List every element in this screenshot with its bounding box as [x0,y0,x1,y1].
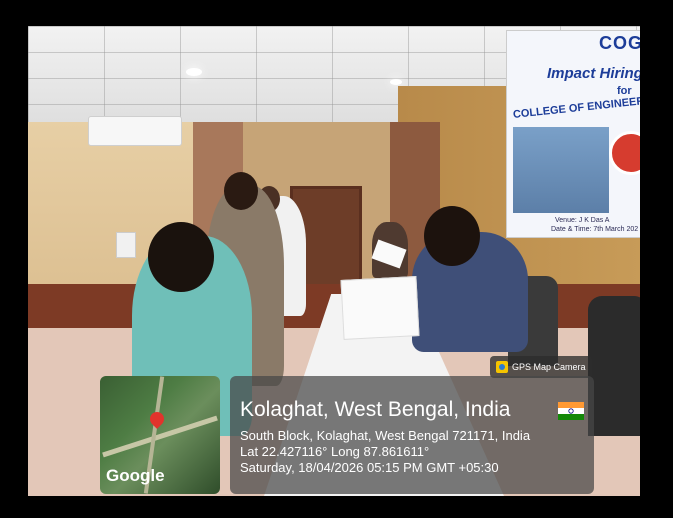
paper-sheet [340,276,420,340]
map-pin-icon [147,409,167,429]
coordinates-line: Lat 22.427116° Long 87.861611° [240,444,430,459]
office-chair [588,296,640,436]
banner-venue: Venue: J K Das A [555,217,610,224]
ceiling-light [186,68,202,76]
college-seal [609,131,640,175]
event-banner: COG Impact Hiring for COLLEGE OF ENGINEE… [506,30,640,238]
gps-info-panel: Kolaghat, West Bengal, India South Block… [230,376,594,494]
ceiling-light [390,79,402,85]
gps-camera-icon [496,361,508,373]
map-brand: Google [106,466,165,485]
person-head [148,222,214,292]
datetime-line: Saturday, 18/04/2026 05:15 PM GMT +05:30 [240,460,499,475]
person-head [224,172,258,210]
air-conditioner [88,116,182,146]
location-title: Kolaghat, West Bengal, India [240,398,511,421]
india-flag-icon [558,402,584,420]
gps-app-label: GPS Map Camera [512,362,586,372]
banner-logo: COG [599,33,640,53]
banner-for: for [617,85,632,97]
map-thumbnail: Google [100,376,220,494]
address-line: South Block, Kolaghat, West Bengal 72117… [240,428,531,443]
gps-app-tag: GPS Map Camera [490,356,592,378]
banner-title: Impact Hiring [547,65,640,82]
photo: COG Impact Hiring for COLLEGE OF ENGINEE… [28,26,640,496]
banner-building-image [513,127,609,213]
switch-plate [116,232,136,258]
banner-date: Date & Time: 7th March 202 [551,226,639,233]
person-head [424,206,480,266]
photo-frame: COG Impact Hiring for COLLEGE OF ENGINEE… [0,0,673,518]
